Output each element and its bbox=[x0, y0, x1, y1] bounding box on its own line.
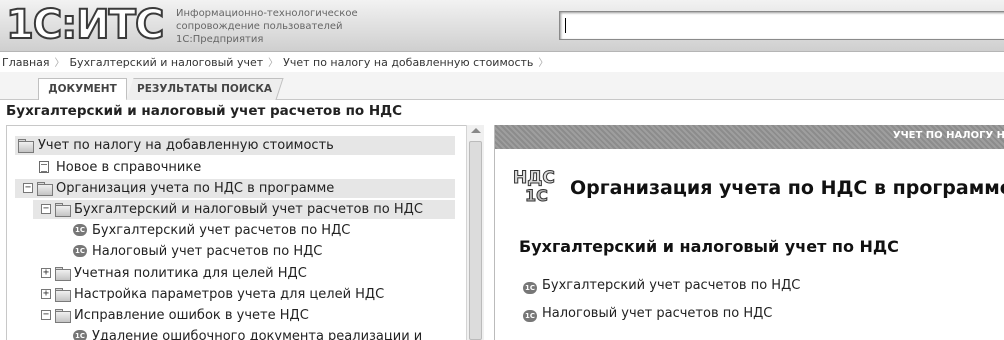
tree-item[interactable]: + Настройка параметров учета для целей Н… bbox=[33, 285, 453, 304]
document-link[interactable]: 1С Налоговый учет расчетов по НДС bbox=[523, 306, 773, 322]
tree-item-label: Новое в справочнике bbox=[56, 160, 202, 175]
tree-item-label: Бухгалтерский учет расчетов по НДС bbox=[92, 223, 351, 238]
breadcrumb-vat[interactable]: Учет по налогу на добавленную стоимость bbox=[283, 56, 533, 69]
document-subtitle: Бухгалтерский и налоговый учет по НДС bbox=[519, 237, 899, 256]
document-link-label: Бухгалтерский учет расчетов по НДС bbox=[542, 278, 801, 293]
tree-scrollbar[interactable] bbox=[466, 125, 484, 340]
document-title: Организация учета по НДС в программе bbox=[570, 177, 1004, 199]
1c-document-icon: 1С bbox=[523, 310, 537, 322]
document-icon bbox=[39, 161, 49, 173]
document-header-strip: УЧЕТ ПО НАЛОГУ Н bbox=[495, 125, 1004, 149]
folder-icon bbox=[55, 267, 71, 281]
tab-search-results[interactable]: РЕЗУЛЬТАТЫ ПОИСКА bbox=[126, 78, 284, 100]
tree-item-label: Учет по налогу на добавленную стоимость bbox=[38, 138, 334, 153]
1c-document-icon: 1С bbox=[523, 282, 537, 294]
tree-item[interactable]: Новое в справочнике bbox=[15, 158, 455, 177]
folder-icon bbox=[55, 203, 71, 217]
breadcrumb: Главная 〉 Бухгалтерский и налоговый учет 〉 У… bbox=[0, 53, 1004, 72]
header: 1С:ИТС Информационно-технологическое соп… bbox=[0, 0, 1004, 52]
document-link[interactable]: 1С Бухгалтерский учет расчетов по НДС bbox=[523, 278, 801, 294]
tree-item-label: Настройка параметров учета для целей НДС bbox=[74, 287, 385, 302]
search-input[interactable] bbox=[559, 11, 1004, 40]
collapse-icon[interactable]: − bbox=[23, 183, 33, 193]
tree-item-label: Организация учета по НДС в программе bbox=[56, 181, 335, 196]
document-panel: УЧЕТ ПО НАЛОГУ Н НДС 1С Организация учет… bbox=[494, 125, 1004, 340]
1c-document-icon: 1С bbox=[73, 224, 87, 236]
breadcrumb-separator-icon: 〉 bbox=[268, 58, 279, 69]
nds-logo-sub: 1С bbox=[525, 186, 548, 205]
document-strip-title: УЧЕТ ПО НАЛОГУ Н bbox=[892, 130, 1004, 141]
1c-document-icon: 1С bbox=[73, 245, 87, 257]
tab-document[interactable]: ДОКУМЕНТ bbox=[38, 78, 127, 100]
folder-icon bbox=[55, 288, 71, 302]
tree-item[interactable]: − Исправление ошибок в учете НДС bbox=[33, 306, 453, 325]
tree-item-label: Бухгалтерский и налоговый учет расчетов … bbox=[74, 202, 423, 217]
tree-item-selected[interactable]: − Бухгалтерский и налоговый учет расчето… bbox=[33, 200, 455, 219]
expand-icon[interactable]: + bbox=[41, 289, 51, 299]
its-logo[interactable]: 1С:ИТС bbox=[5, 3, 165, 47]
collapse-icon[interactable]: − bbox=[41, 204, 51, 214]
text-caret bbox=[565, 18, 566, 33]
tree-item-label: Налоговый учет расчетов по НДС bbox=[92, 244, 323, 259]
logo-tagline: Информационно-технологическое сопровожде… bbox=[176, 7, 358, 46]
scroll-up-arrow-icon[interactable] bbox=[471, 128, 481, 133]
tagline-line: Информационно-технологическое bbox=[176, 8, 358, 19]
navigation-tree: Учет по налогу на добавленную стоимость … bbox=[6, 125, 484, 340]
folder-icon bbox=[55, 309, 71, 323]
tree-item-label: Удаление ошибочного документа реализации… bbox=[92, 329, 423, 340]
collapse-icon[interactable]: − bbox=[41, 310, 51, 320]
scrollbar-thumb[interactable] bbox=[469, 141, 482, 340]
page-title: Бухгалтерский и налоговый учет расчетов … bbox=[6, 103, 403, 119]
document-link-label: Налоговый учет расчетов по НДС bbox=[542, 306, 773, 321]
tab-search-results-label: РЕЗУЛЬТАТЫ ПОИСКА bbox=[136, 83, 273, 95]
tree-item-label: Учетная политика для целей НДС bbox=[74, 266, 307, 281]
folder-icon bbox=[18, 139, 34, 153]
tree-item[interactable]: 1С Налоговый учет расчетов по НДС bbox=[71, 242, 451, 261]
tree-item[interactable]: 1С Бухгалтерский учет расчетов по НДС bbox=[71, 221, 451, 240]
breadcrumb-separator-icon: 〉 bbox=[538, 58, 549, 69]
tree-item[interactable]: Учет по налогу на добавленную стоимость bbox=[15, 136, 455, 155]
tree-item[interactable]: − Организация учета по НДС в программе bbox=[15, 179, 455, 198]
tree-item[interactable]: + Учетная политика для целей НДС bbox=[33, 264, 453, 283]
breadcrumb-home[interactable]: Главная bbox=[2, 56, 50, 69]
breadcrumb-accounting[interactable]: Бухгалтерский и налоговый учет bbox=[70, 56, 264, 69]
tagline-line: 1С:Предприятия bbox=[176, 34, 264, 45]
nds-logo-icon: НДС 1С bbox=[513, 168, 556, 206]
1c-document-icon: 1С bbox=[73, 330, 87, 340]
tree-item-label: Исправление ошибок в учете НДС bbox=[74, 308, 309, 323]
breadcrumb-separator-icon: 〉 bbox=[54, 58, 65, 69]
nds-logo-text: НДС bbox=[513, 168, 555, 188]
folder-icon bbox=[37, 182, 53, 196]
tree-item[interactable]: 1С Удаление ошибочного документа реализа… bbox=[71, 327, 451, 340]
tagline-line: сопровождение пользователей bbox=[176, 21, 343, 32]
expand-icon[interactable]: + bbox=[41, 268, 51, 278]
tab-bar: ДОКУМЕНТ РЕЗУЛЬТАТЫ ПОИСКА bbox=[0, 72, 1004, 100]
